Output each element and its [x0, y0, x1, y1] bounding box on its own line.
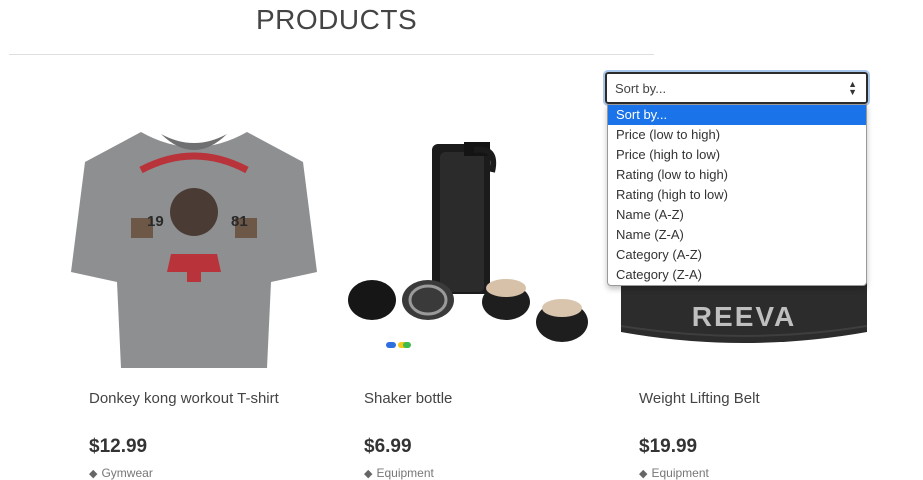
sort-option-price-desc[interactable]: Price (high to low): [608, 145, 866, 165]
product-card: 19 81 Donkey kong workout T-shirt $12.99…: [71, 122, 317, 480]
tag-icon: ◆: [639, 468, 648, 480]
sort-option-price-asc[interactable]: Price (low to high): [608, 125, 866, 145]
sort-option-category-desc[interactable]: Category (Z-A): [608, 265, 866, 285]
sort-option-default[interactable]: Sort by...: [608, 105, 866, 125]
tag-icon: ◆: [364, 468, 373, 480]
select-arrows-icon: ▲ ▼: [848, 79, 857, 97]
product-card: Shaker bottle $6.99 ◆ Equipment: [346, 122, 592, 480]
product-name[interactable]: Shaker bottle: [364, 390, 452, 407]
product-price: $12.99: [89, 436, 148, 457]
belt-logo-text: REEVA: [692, 301, 796, 332]
sort-option-rating-desc[interactable]: Rating (high to low): [608, 185, 866, 205]
product-category[interactable]: ◆ Equipment: [364, 466, 434, 480]
product-name[interactable]: Weight Lifting Belt: [639, 390, 760, 407]
svg-text:81: 81: [231, 213, 248, 230]
svg-text:19: 19: [147, 213, 164, 230]
tshirt-image[interactable]: 19 81: [71, 122, 317, 368]
product-category[interactable]: ◆ Equipment: [639, 466, 709, 480]
page-title: PRODUCTS: [256, 4, 418, 35]
product-category-label: Equipment: [651, 466, 709, 480]
title-divider: [9, 54, 654, 55]
sort-option-rating-asc[interactable]: Rating (low to high): [608, 165, 866, 185]
tag-icon: ◆: [89, 468, 98, 480]
product-category-label: Gymwear: [101, 466, 153, 480]
product-category[interactable]: ◆ Gymwear: [89, 466, 153, 480]
shaker-bottle-image[interactable]: [346, 122, 592, 368]
product-price: $19.99: [639, 436, 698, 457]
sort-option-name-asc[interactable]: Name (A-Z): [608, 205, 866, 225]
sort-select-value: Sort by...: [615, 81, 667, 96]
sort-option-category-asc[interactable]: Category (A-Z): [608, 245, 866, 265]
sort-dropdown: Sort by... Price (low to high) Price (hi…: [607, 104, 867, 286]
sort-select[interactable]: Sort by... ▲ ▼: [603, 70, 870, 106]
product-category-label: Equipment: [376, 466, 434, 480]
sort-option-name-desc[interactable]: Name (Z-A): [608, 225, 866, 245]
product-name[interactable]: Donkey kong workout T-shirt: [89, 390, 279, 407]
product-price: $6.99: [364, 436, 412, 457]
